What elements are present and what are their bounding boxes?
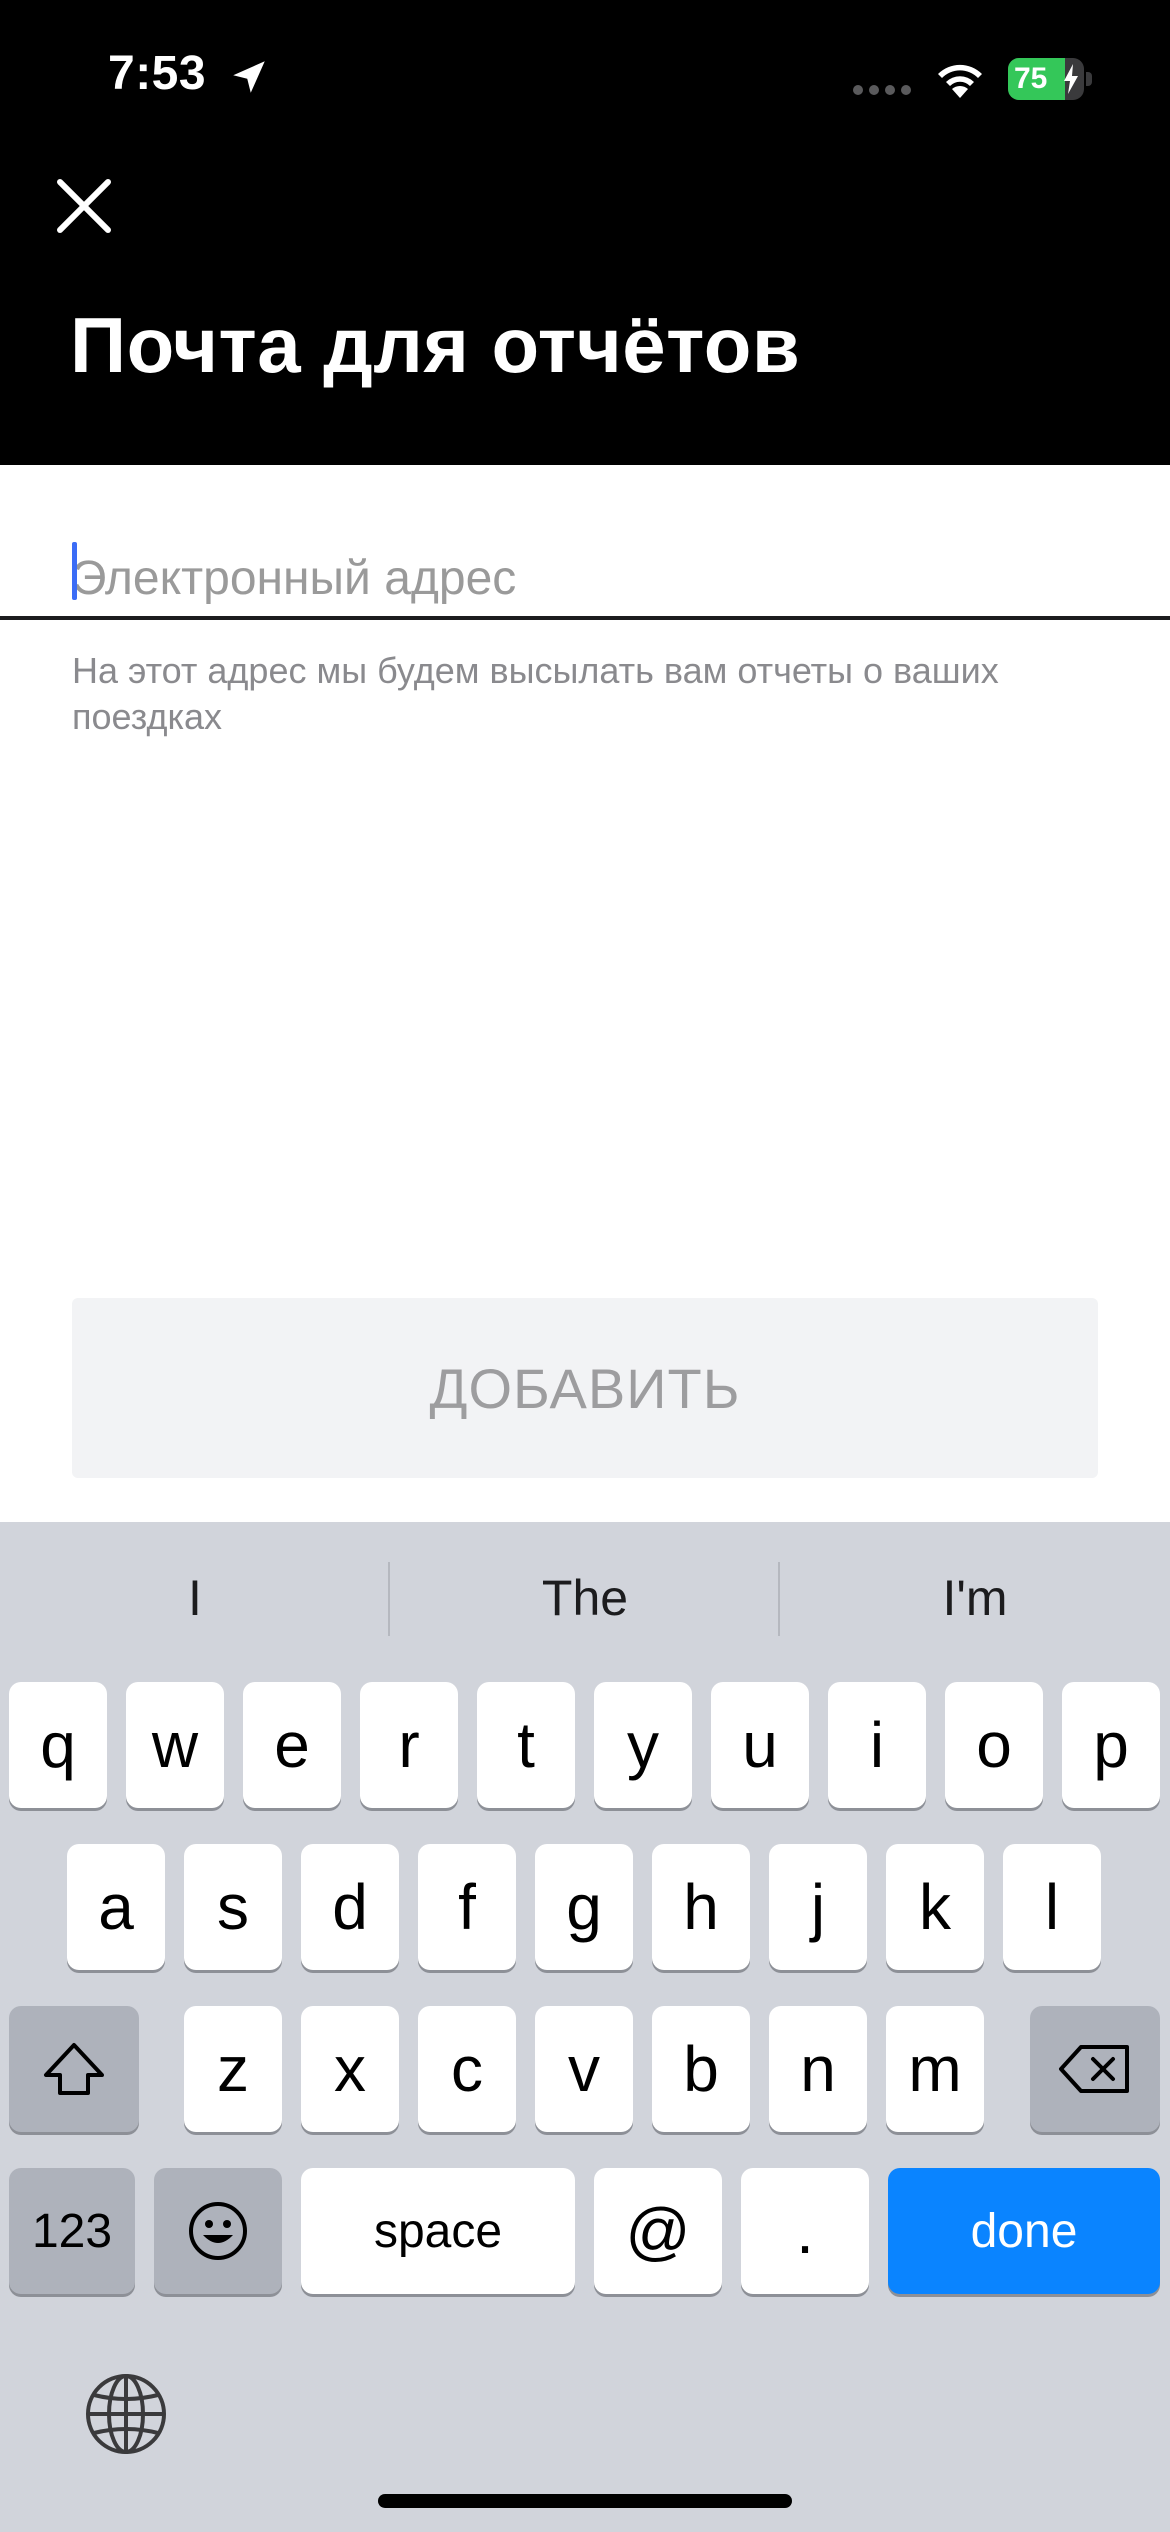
key-i[interactable]: i [828,1682,926,1808]
key-a[interactable]: a [67,1844,165,1970]
page-title: Почта для отчётов [70,301,801,389]
key-d[interactable]: d [301,1844,399,1970]
close-icon[interactable] [48,170,120,242]
status-time: 7:53 [108,47,207,100]
key-c[interactable]: c [418,2006,516,2132]
key-q[interactable]: q [9,1682,107,1808]
emoji-icon [189,2202,247,2260]
backspace-key[interactable] [1030,2006,1160,2132]
battery-charging-icon: 75 [1008,58,1092,100]
text-caret [72,542,77,600]
key-g[interactable]: g [535,1844,633,1970]
email-helper-text: На этот адрес мы будем высылать вам отче… [72,650,999,737]
dot-key[interactable]: . [741,2168,869,2294]
email-field-underline [0,616,1170,620]
email-input[interactable] [72,538,1132,618]
email-field[interactable] [0,520,1170,620]
battery-percent: 75 [1014,62,1048,95]
key-m[interactable]: m [886,2006,984,2132]
emoji-key[interactable] [154,2168,282,2294]
charging-bolt-icon [1064,64,1078,94]
battery-cap [1086,72,1092,86]
key-p[interactable]: p [1062,1682,1160,1808]
key-y[interactable]: y [594,1682,692,1808]
keyboard: I The I'm q w e r t y u i o p a s d f g … [0,1522,1170,2532]
key-l[interactable]: l [1003,1844,1101,1970]
key-n[interactable]: n [769,2006,867,2132]
status-bar: 7:53 75 [0,0,1170,150]
suggestion-1[interactable]: I [0,1558,390,1638]
key-h[interactable]: h [652,1844,750,1970]
numbers-key[interactable]: 123 [9,2168,135,2294]
key-o[interactable]: o [945,1682,1043,1808]
key-r[interactable]: r [360,1682,458,1808]
backspace-icon [1059,2045,1129,2093]
space-key[interactable]: space [301,2168,575,2294]
location-arrow-icon [233,61,265,93]
key-e[interactable]: e [243,1682,341,1808]
key-z[interactable]: z [184,2006,282,2132]
globe-icon[interactable] [82,2370,170,2458]
suggestion-2[interactable]: The [390,1558,780,1638]
key-j[interactable]: j [769,1844,867,1970]
suggestion-3[interactable]: I'm [780,1558,1170,1638]
wifi-icon [938,64,982,98]
key-f[interactable]: f [418,1844,516,1970]
key-k[interactable]: k [886,1844,984,1970]
key-w[interactable]: w [126,1682,224,1808]
key-s[interactable]: s [184,1844,282,1970]
key-b[interactable]: b [652,2006,750,2132]
key-x[interactable]: x [301,2006,399,2132]
shift-key[interactable] [9,2006,139,2132]
shift-icon [44,2043,104,2095]
home-indicator [378,2494,792,2508]
key-t[interactable]: t [477,1682,575,1808]
key-v[interactable]: v [535,2006,633,2132]
key-u[interactable]: u [711,1682,809,1808]
done-key[interactable]: done [888,2168,1160,2294]
cellular-signal-icon [853,85,911,95]
add-button[interactable]: ДОБАВИТЬ [72,1298,1098,1478]
battery-body: 75 [1008,58,1084,100]
at-key[interactable]: @ [594,2168,722,2294]
suggestion-bar: I The I'm [0,1522,1170,1678]
app-header: 7:53 75 Почта для отчётов [0,0,1170,465]
